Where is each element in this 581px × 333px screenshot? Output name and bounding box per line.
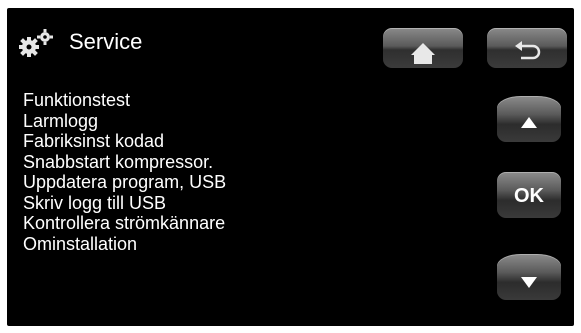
home-icon [411, 43, 435, 64]
ok-label: OK [514, 185, 544, 207]
menu-item-ominstallation[interactable]: Ominstallation [23, 234, 226, 255]
triangle-down-icon [521, 277, 537, 288]
menu-item-uppdatera-program-usb[interactable]: Uppdatera program, USB [23, 172, 226, 193]
gears-icon [19, 29, 53, 57]
triangle-up-icon [521, 117, 537, 128]
menu-item-funktionstest[interactable]: Funktionstest [23, 90, 226, 111]
menu-item-skriv-logg-usb[interactable]: Skriv logg till USB [23, 193, 226, 214]
header-bar: Service [7, 8, 574, 78]
page-title: Service [69, 29, 143, 54]
service-screen: Service Funktionstest Larmlogg Fabriksin… [7, 8, 574, 326]
scroll-up-button[interactable] [497, 96, 561, 142]
back-button[interactable] [487, 28, 567, 68]
menu-item-fabriksinst-kodad[interactable]: Fabriksinst kodad [23, 131, 226, 152]
ok-button[interactable]: OK [497, 172, 561, 218]
service-menu-list: Funktionstest Larmlogg Fabriksinst kodad… [23, 90, 226, 254]
home-button[interactable] [383, 28, 463, 68]
menu-item-larmlogg[interactable]: Larmlogg [23, 111, 226, 132]
back-arrow-icon [515, 41, 541, 60]
scroll-down-button[interactable] [497, 254, 561, 300]
menu-item-snabbstart-kompressor[interactable]: Snabbstart kompressor. [23, 152, 226, 173]
menu-item-kontrollera-stromkannare[interactable]: Kontrollera strömkännare [23, 213, 226, 234]
